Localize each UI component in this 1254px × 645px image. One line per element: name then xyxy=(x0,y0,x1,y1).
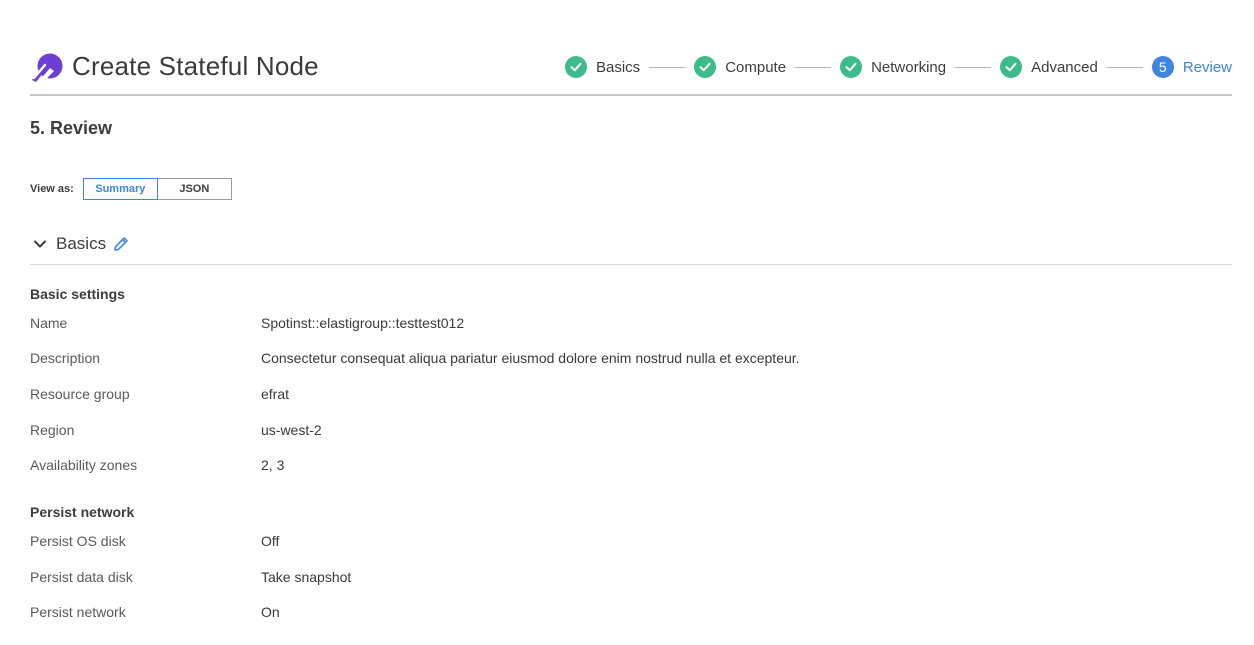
summary-row-name: Name Spotinst::elastigroup::testtest012 xyxy=(30,315,1232,335)
check-icon xyxy=(1000,56,1023,78)
step-label: Basics xyxy=(596,58,641,76)
json-toggle-button[interactable]: JSON xyxy=(157,178,232,200)
check-icon xyxy=(565,56,587,78)
row-label: Availability zones xyxy=(30,457,138,473)
row-value: us-west-2 xyxy=(261,422,322,438)
step-connector xyxy=(955,66,992,68)
row-label: Persist data disk xyxy=(30,569,133,585)
persist-network-heading: Persist network xyxy=(30,504,135,520)
summary-row-availability-zones: Availability zones 2, 3 xyxy=(30,457,1232,477)
section-title: 5. Review xyxy=(30,118,113,138)
row-value: Consectetur consequat aliqua pariatur ei… xyxy=(261,350,800,366)
view-as-label: View as: xyxy=(30,183,74,195)
chevron-down-icon[interactable] xyxy=(32,236,48,252)
step-connector xyxy=(1106,66,1143,68)
step-networking[interactable]: Networking xyxy=(840,56,946,78)
row-value: 2, 3 xyxy=(261,457,285,473)
step-label: Compute xyxy=(725,58,787,76)
check-icon xyxy=(840,56,863,78)
row-label: Persist network xyxy=(30,604,126,620)
row-value: efrat xyxy=(261,386,290,402)
logo-icon xyxy=(32,53,63,83)
summary-row-persist-data-disk: Persist data disk Take snapshot xyxy=(30,569,1232,589)
wizard-stepper: Basics Compute Networking Advanced 5 Rev… xyxy=(565,55,1232,79)
row-value: On xyxy=(261,604,280,620)
summary-row-description: Description Consectetur consequat aliqua… xyxy=(30,350,1232,370)
row-value: Off xyxy=(261,533,280,549)
step-label: Review xyxy=(1182,58,1232,76)
basic-settings-heading: Basic settings xyxy=(30,286,125,302)
step-label: Advanced xyxy=(1031,58,1098,76)
summary-row-persist-network: Persist network On xyxy=(30,604,1232,624)
step-compute[interactable]: Compute xyxy=(694,56,786,78)
step-number: 5 xyxy=(1151,56,1174,78)
check-icon xyxy=(694,56,717,78)
summary-row-persist-os-disk: Persist OS disk Off xyxy=(30,533,1232,553)
summary-row-region: Region us-west-2 xyxy=(30,422,1232,442)
row-label: Persist OS disk xyxy=(30,533,126,549)
step-connector xyxy=(649,66,686,68)
view-toggle: Summary JSON xyxy=(82,178,232,200)
row-label: Name xyxy=(30,315,68,331)
pencil-icon[interactable] xyxy=(112,235,130,253)
view-as-control: View as: Summary JSON xyxy=(30,178,232,200)
row-value: Spotinst::elastigroup::testtest012 xyxy=(261,315,465,331)
row-value: Take snapshot xyxy=(261,569,352,585)
step-connector xyxy=(795,66,832,68)
summary-toggle-button[interactable]: Summary xyxy=(82,178,158,200)
basics-group-header: Basics xyxy=(30,232,1232,265)
row-label: Resource group xyxy=(30,386,130,402)
row-label: Region xyxy=(30,422,75,438)
summary-row-resource-group: Resource group efrat xyxy=(30,386,1232,406)
page-title: Create Stateful Node xyxy=(72,51,319,81)
step-basics[interactable]: Basics xyxy=(565,56,640,78)
step-review[interactable]: 5 Review xyxy=(1151,56,1232,78)
page-header: Create Stateful Node Basics Compute Netw… xyxy=(30,48,1232,96)
step-label: Networking xyxy=(871,58,947,76)
step-advanced[interactable]: Advanced xyxy=(1000,56,1098,78)
group-title: Basics xyxy=(56,234,107,253)
row-label: Description xyxy=(30,350,101,366)
